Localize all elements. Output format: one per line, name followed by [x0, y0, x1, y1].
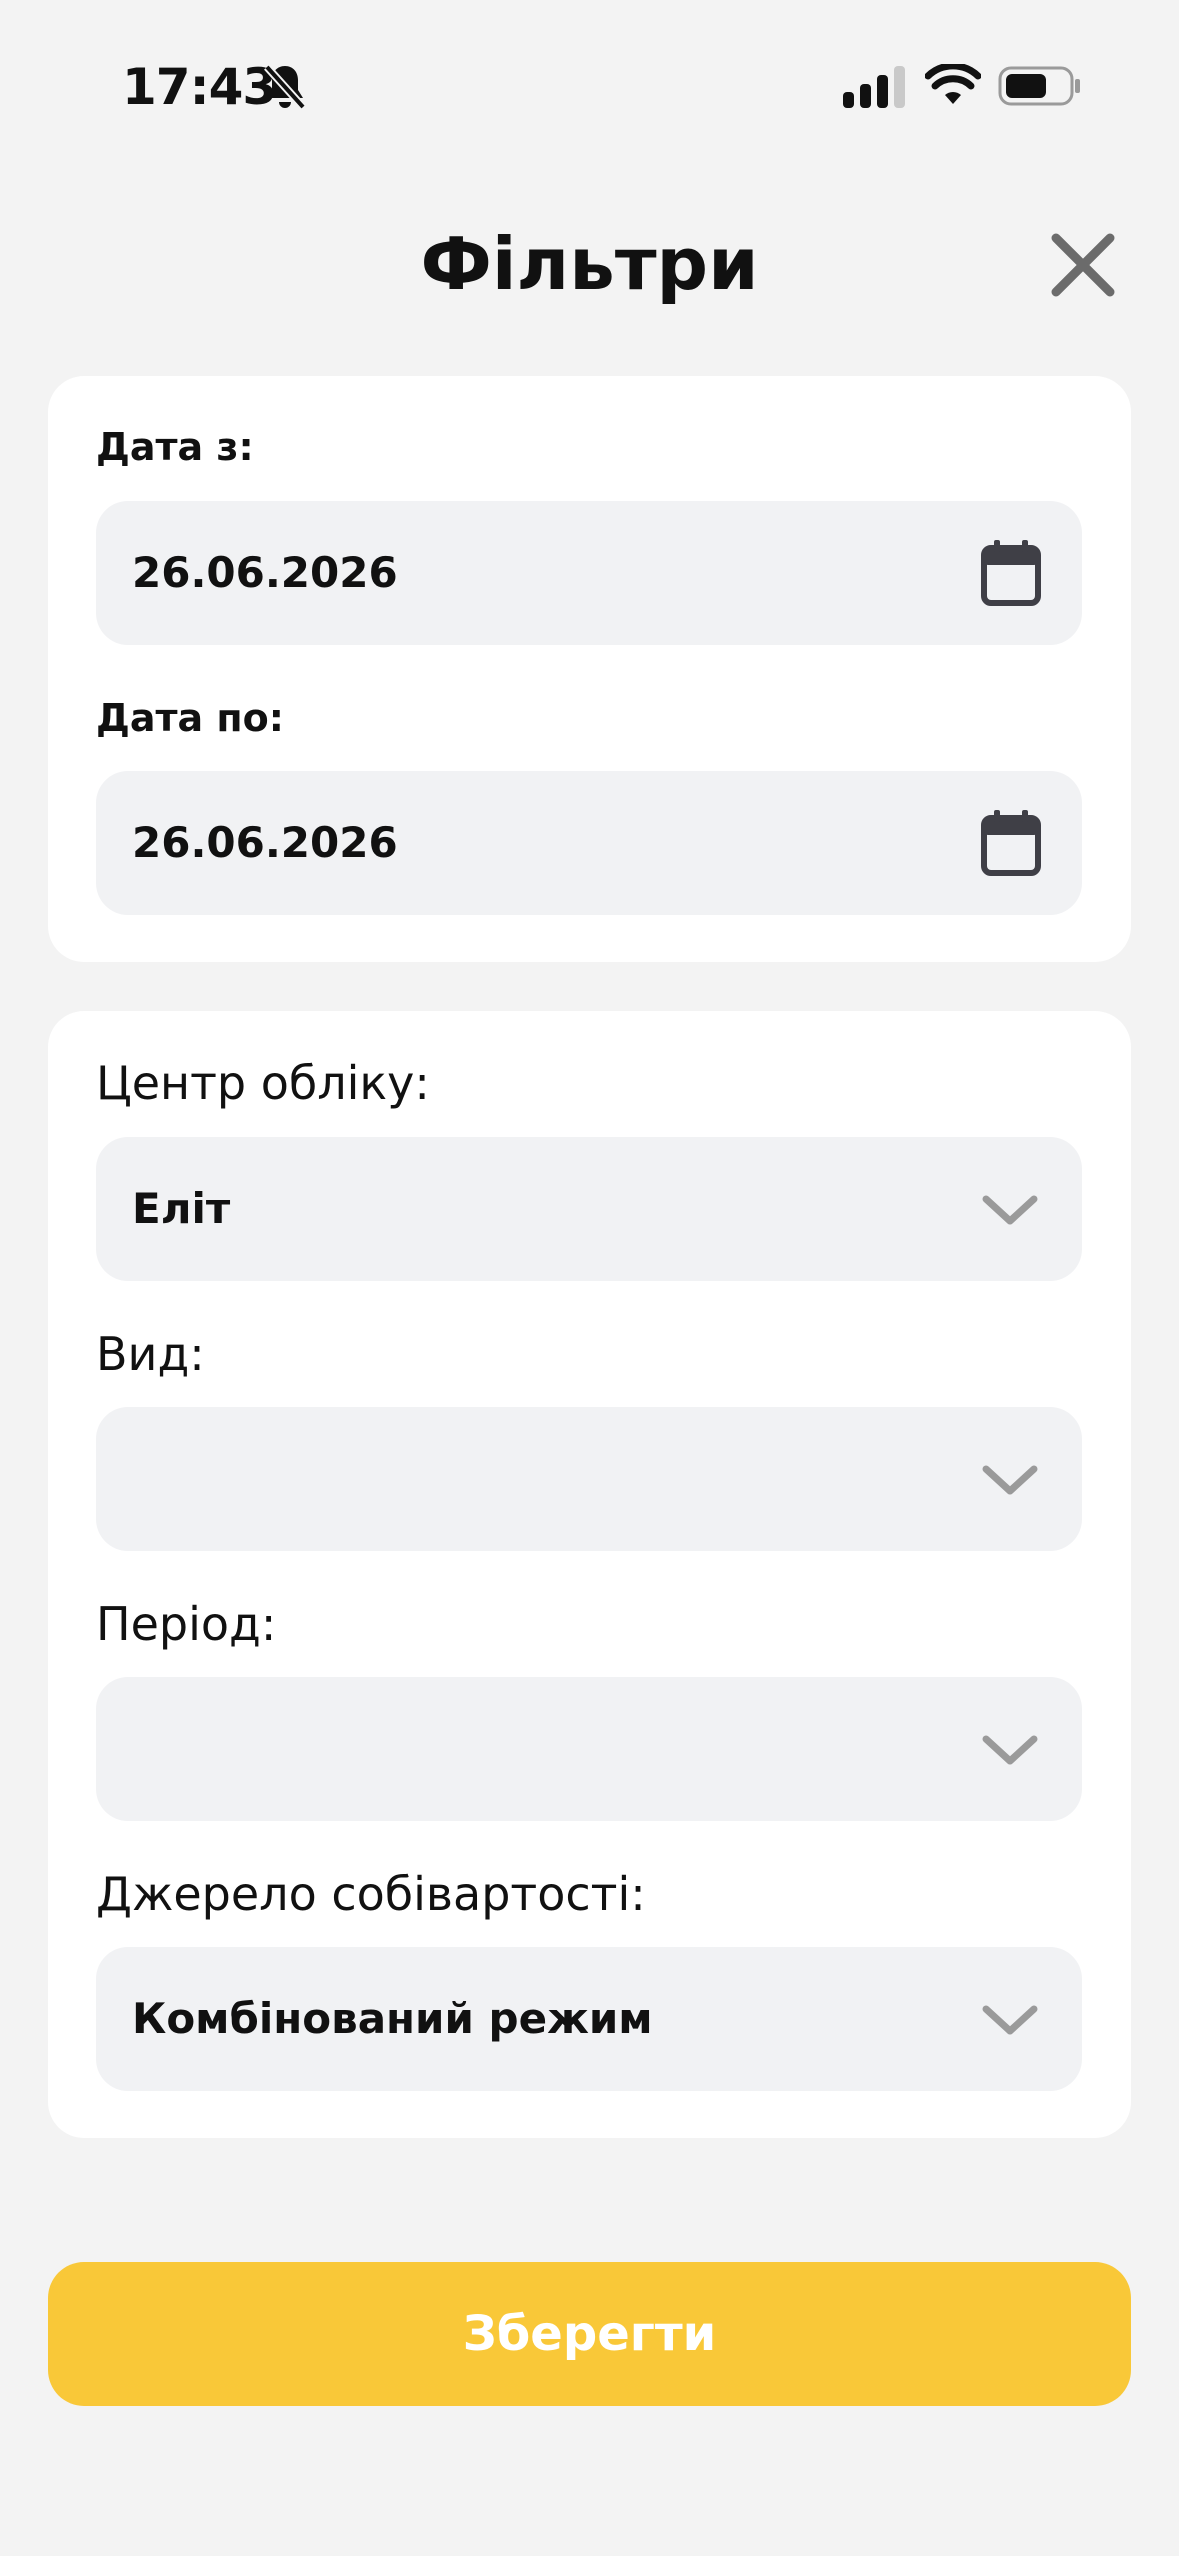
battery-icon: [998, 66, 1080, 106]
chevron-down-icon: [982, 1735, 1038, 1765]
chevron-down-icon: [982, 1465, 1038, 1495]
date-to-value: 26.06.2026: [132, 818, 398, 867]
type-label: Вид:: [96, 1327, 205, 1381]
chevron-down-icon: [982, 1195, 1038, 1225]
status-time: 17:43: [122, 58, 277, 116]
type-select[interactable]: [96, 1407, 1082, 1551]
chevron-down-icon: [982, 2005, 1038, 2035]
center-label: Центр обліку:: [96, 1056, 430, 1110]
save-button[interactable]: Зберегти: [48, 2262, 1131, 2406]
wifi-icon: [925, 64, 981, 104]
date-from-value: 26.06.2026: [132, 548, 398, 597]
date-range-card: Дата з: 26.06.2026 Дата по: 26.06.2026: [48, 376, 1131, 962]
bell-slash-icon: [264, 64, 306, 110]
date-from-field[interactable]: 26.06.2026: [96, 501, 1082, 645]
close-icon[interactable]: [1048, 230, 1118, 300]
period-select[interactable]: [96, 1677, 1082, 1821]
cost-source-select[interactable]: Комбінований режим: [96, 1947, 1082, 2091]
calendar-icon[interactable]: [980, 539, 1042, 607]
filters-screen: 17:43 Фільтри Дата з: 26.06.2026 Дата по…: [0, 0, 1179, 2556]
date-to-field[interactable]: 26.06.2026: [96, 771, 1082, 915]
center-value: Еліт: [132, 1184, 231, 1233]
calendar-icon[interactable]: [980, 809, 1042, 877]
period-label: Період:: [96, 1597, 277, 1651]
center-select[interactable]: Еліт: [96, 1137, 1082, 1281]
cellular-signal-icon: [843, 66, 905, 108]
page-title: Фільтри: [420, 222, 759, 306]
date-from-label: Дата з:: [96, 425, 254, 469]
cost-source-value: Комбінований режим: [132, 1994, 653, 2043]
date-to-label: Дата по:: [96, 696, 284, 740]
filters-card: Центр обліку: Еліт Вид: Період: Джерело …: [48, 1011, 1131, 2138]
cost-source-label: Джерело собівартості:: [96, 1867, 646, 1921]
